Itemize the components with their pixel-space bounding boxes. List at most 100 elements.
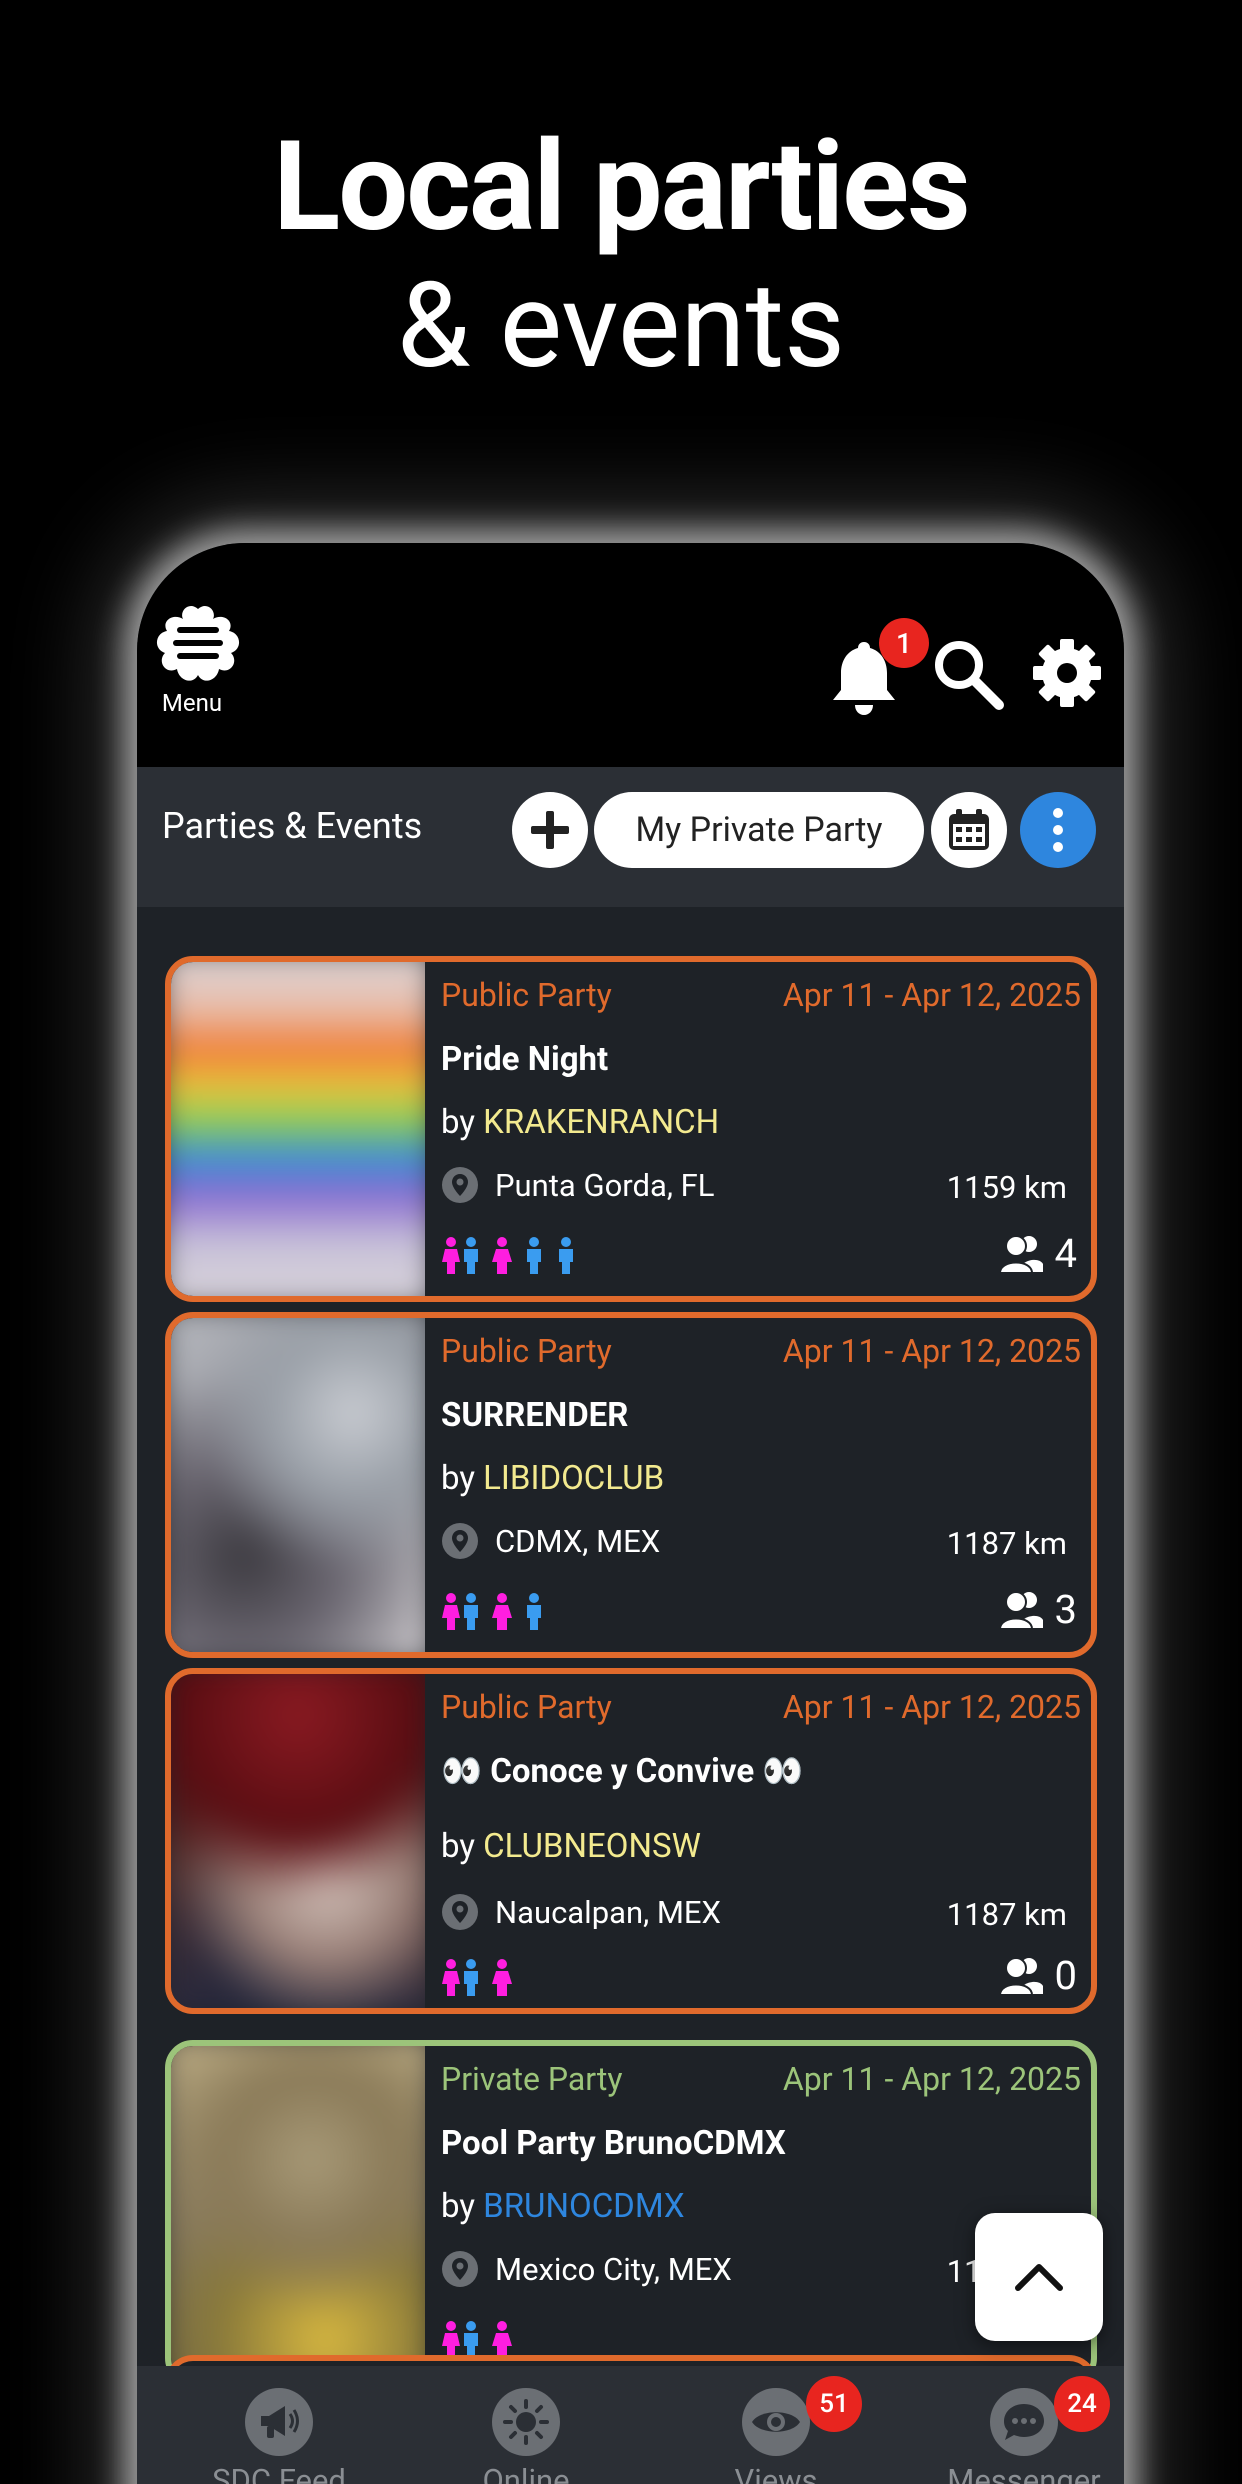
location-pin-icon	[442, 1167, 478, 1203]
settings-button[interactable]	[1027, 633, 1107, 713]
couple-icon	[442, 1959, 478, 1996]
location-text: Punta Gorda, FL	[495, 1166, 715, 1204]
male-icon	[527, 1237, 541, 1274]
headline-subtitle: & events	[396, 257, 846, 395]
nav-label: Messenger	[947, 2462, 1101, 2484]
couple-icon	[442, 1593, 478, 1630]
phone-frame: Menu 1 Parties & Events My Private Party…	[137, 543, 1124, 2484]
attendee-count: 3	[998, 1586, 1077, 1633]
views-count-badge: 51	[806, 2376, 862, 2432]
nav-sdc-feed[interactable]: SDC Feed	[159, 2366, 399, 2484]
scroll-to-top-button[interactable]	[975, 2213, 1103, 2341]
by-label: by	[441, 1827, 484, 1866]
notification-count-badge: 1	[879, 618, 929, 668]
event-card[interactable]: Public Party Apr 11 - Apr 12, 2025 Pride…	[165, 956, 1097, 1302]
eye-icon	[742, 2388, 810, 2456]
party-location: Punta Gorda, FL	[441, 1166, 714, 1204]
attendee-count: 4	[998, 1230, 1077, 1277]
couple-icon	[442, 1237, 478, 1274]
party-host-line: by LIBIDOCLUB	[441, 1459, 664, 1498]
people-icon	[998, 1590, 1043, 1630]
couple-icon	[442, 2321, 478, 2358]
location-text: Naucalpan, MEX	[495, 1893, 721, 1931]
more-vertical-icon	[1053, 808, 1063, 852]
event-card[interactable]: Private Party Apr 11 - Apr 12, 2025 Pool…	[165, 2040, 1097, 2386]
messenger-count-badge: 24	[1054, 2376, 1110, 2432]
event-card[interactable]: Public Party Apr 11 - Apr 12, 2025 SURRE…	[165, 1312, 1097, 1658]
party-type: Public Party	[441, 1688, 612, 1726]
gender-icons	[441, 1590, 545, 1634]
app-logo-icon	[156, 606, 240, 681]
female-icon	[492, 1593, 512, 1630]
bottom-navigation: SDC Feed Online Views 51 Messenger 24	[137, 2366, 1124, 2484]
more-options-button[interactable]	[1020, 792, 1096, 868]
party-type: Private Party	[441, 2060, 623, 2098]
by-label: by	[441, 1459, 484, 1498]
calendar-icon	[949, 809, 989, 850]
section-title: Parties & Events	[162, 805, 423, 847]
party-location: Naucalpan, MEX	[441, 1893, 721, 1931]
party-location: Mexico City, MEX	[441, 2250, 732, 2288]
search-button[interactable]	[929, 635, 1007, 713]
nav-views[interactable]: Views 51	[656, 2366, 896, 2484]
party-title: 👀 Conoce y Convive 👀	[441, 1752, 804, 1791]
party-type: Public Party	[441, 1332, 612, 1370]
party-title: Pride Night	[441, 1040, 609, 1079]
megaphone-icon	[245, 2388, 313, 2456]
app-top-bar: Menu 1	[137, 543, 1124, 767]
people-icon	[998, 1956, 1043, 1996]
party-location: CDMX, MEX	[441, 1522, 660, 1560]
male-icon	[559, 1237, 573, 1274]
host-link[interactable]: LIBIDOCLUB	[483, 1459, 664, 1498]
calendar-button[interactable]	[931, 792, 1007, 868]
location-text: CDMX, MEX	[495, 1522, 661, 1560]
event-thumbnail	[171, 1674, 425, 2008]
plus-icon	[531, 811, 569, 849]
party-distance: 1187 km	[946, 1525, 1067, 1562]
by-label: by	[441, 2187, 484, 2226]
location-pin-icon	[442, 1523, 478, 1559]
female-icon	[492, 1237, 512, 1274]
gear-icon	[1033, 639, 1101, 707]
party-dates: Apr 11 - Apr 12, 2025	[782, 976, 1081, 1014]
female-icon	[492, 1959, 512, 1996]
party-title: SURRENDER	[441, 1396, 629, 1435]
gender-icons	[441, 1234, 577, 1278]
chevron-up-icon	[1015, 2264, 1063, 2291]
party-host-line: by KRAKENRANCH	[441, 1103, 719, 1142]
party-dates: Apr 11 - Apr 12, 2025	[782, 1688, 1081, 1726]
attendee-number: 4	[1054, 1230, 1077, 1277]
event-thumbnail	[171, 2046, 425, 2380]
party-host-line: by BRUNOCDMX	[441, 2187, 685, 2226]
gender-icons	[441, 1956, 513, 2000]
headline-title: Local parties	[273, 115, 971, 260]
host-link[interactable]: BRUNOCDMX	[483, 2187, 684, 2226]
party-type: Public Party	[441, 976, 612, 1014]
nav-label: SDC Feed	[212, 2462, 346, 2484]
location-pin-icon	[442, 1894, 478, 1930]
host-link[interactable]: KRAKENRANCH	[483, 1103, 719, 1142]
location-text: Mexico City, MEX	[495, 2250, 732, 2288]
menu-button[interactable]	[151, 603, 245, 687]
party-title: Pool Party BrunoCDMX	[441, 2124, 786, 2163]
search-icon	[935, 641, 1004, 710]
add-event-button[interactable]	[512, 792, 588, 868]
sun-icon	[492, 2388, 560, 2456]
female-icon	[492, 2321, 512, 2358]
nav-messenger[interactable]: Messenger 24	[904, 2366, 1124, 2484]
host-link[interactable]: CLUBNEONSW	[483, 1827, 701, 1866]
nav-online[interactable]: Online	[406, 2366, 646, 2484]
by-label: by	[441, 1103, 484, 1142]
party-distance: 1187 km	[946, 1896, 1067, 1933]
nav-label: Online	[482, 2462, 570, 2484]
event-card[interactable]: Public Party Apr 11 - Apr 12, 2025 👀 Con…	[165, 1668, 1097, 2014]
section-toolbar: Parties & Events My Private Party	[137, 767, 1124, 907]
events-list: Public Party Apr 11 - Apr 12, 2025 Pride…	[137, 907, 1124, 2387]
party-dates: Apr 11 - Apr 12, 2025	[782, 2060, 1081, 2098]
party-distance: 1159 km	[946, 1169, 1067, 1206]
party-dates: Apr 11 - Apr 12, 2025	[782, 1332, 1081, 1370]
attendee-number: 0	[1054, 1952, 1077, 1999]
people-icon	[998, 1234, 1043, 1274]
my-private-party-button[interactable]: My Private Party	[594, 792, 924, 868]
attendee-number: 3	[1054, 1586, 1077, 1633]
